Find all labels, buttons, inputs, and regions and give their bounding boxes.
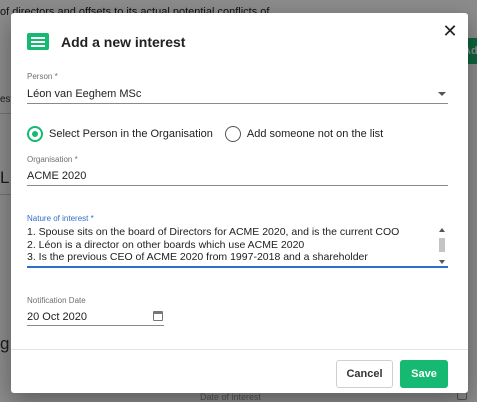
dialog-title: Add a new interest [61, 34, 186, 50]
textarea-line: 3. Is the previous CEO of ACME 2020 from… [27, 251, 368, 263]
save-button[interactable]: Save [400, 360, 448, 388]
notification-date-field[interactable]: 20 Oct 2020 [27, 311, 87, 323]
dialog-header: Add a new interest ✕ [11, 13, 468, 71]
list-icon [27, 33, 49, 50]
scrollbar-thumb[interactable] [439, 238, 445, 252]
radio-select-person-label[interactable]: Select Person in the Organisation [49, 128, 213, 140]
notification-date-underline [27, 325, 164, 326]
person-select[interactable]: Léon van Eeghem MSc [27, 88, 141, 100]
scroll-up-icon[interactable] [439, 228, 445, 232]
organisation-field[interactable]: ACME 2020 [27, 170, 86, 182]
person-underline [27, 103, 448, 104]
add-interest-dialog: Add a new interest ✕ Person * Léon van E… [11, 13, 468, 393]
textarea-line: 1. Spouse sits on the board of Directors… [27, 226, 400, 238]
chevron-down-icon[interactable] [438, 92, 446, 96]
organisation-underline [27, 185, 448, 186]
radio-add-someone[interactable] [224, 126, 241, 142]
scroll-down-icon[interactable] [439, 260, 445, 264]
radio-select-person[interactable] [27, 126, 43, 142]
person-source-radio-group: Select Person in the Organisation Add so… [27, 125, 395, 143]
close-icon[interactable]: ✕ [440, 21, 460, 41]
notification-date-label: Notification Date [27, 296, 86, 305]
calendar-icon[interactable] [153, 311, 163, 321]
nature-of-interest-textarea[interactable]: 1. Spouse sits on the board of Directors… [27, 226, 448, 266]
textarea-scrollbar[interactable] [437, 226, 447, 266]
radio-add-someone-label[interactable]: Add someone not on the list [247, 128, 383, 140]
textarea-line: 2. Léon is a director on other boards wh… [27, 238, 305, 251]
nature-of-interest-underline [27, 266, 448, 268]
cancel-button[interactable]: Cancel [336, 360, 393, 388]
person-label: Person * [27, 72, 58, 81]
nature-of-interest-label: Nature of interest * [27, 214, 94, 223]
organisation-label: Organisation * [27, 155, 78, 164]
dialog-footer-divider [11, 349, 468, 350]
